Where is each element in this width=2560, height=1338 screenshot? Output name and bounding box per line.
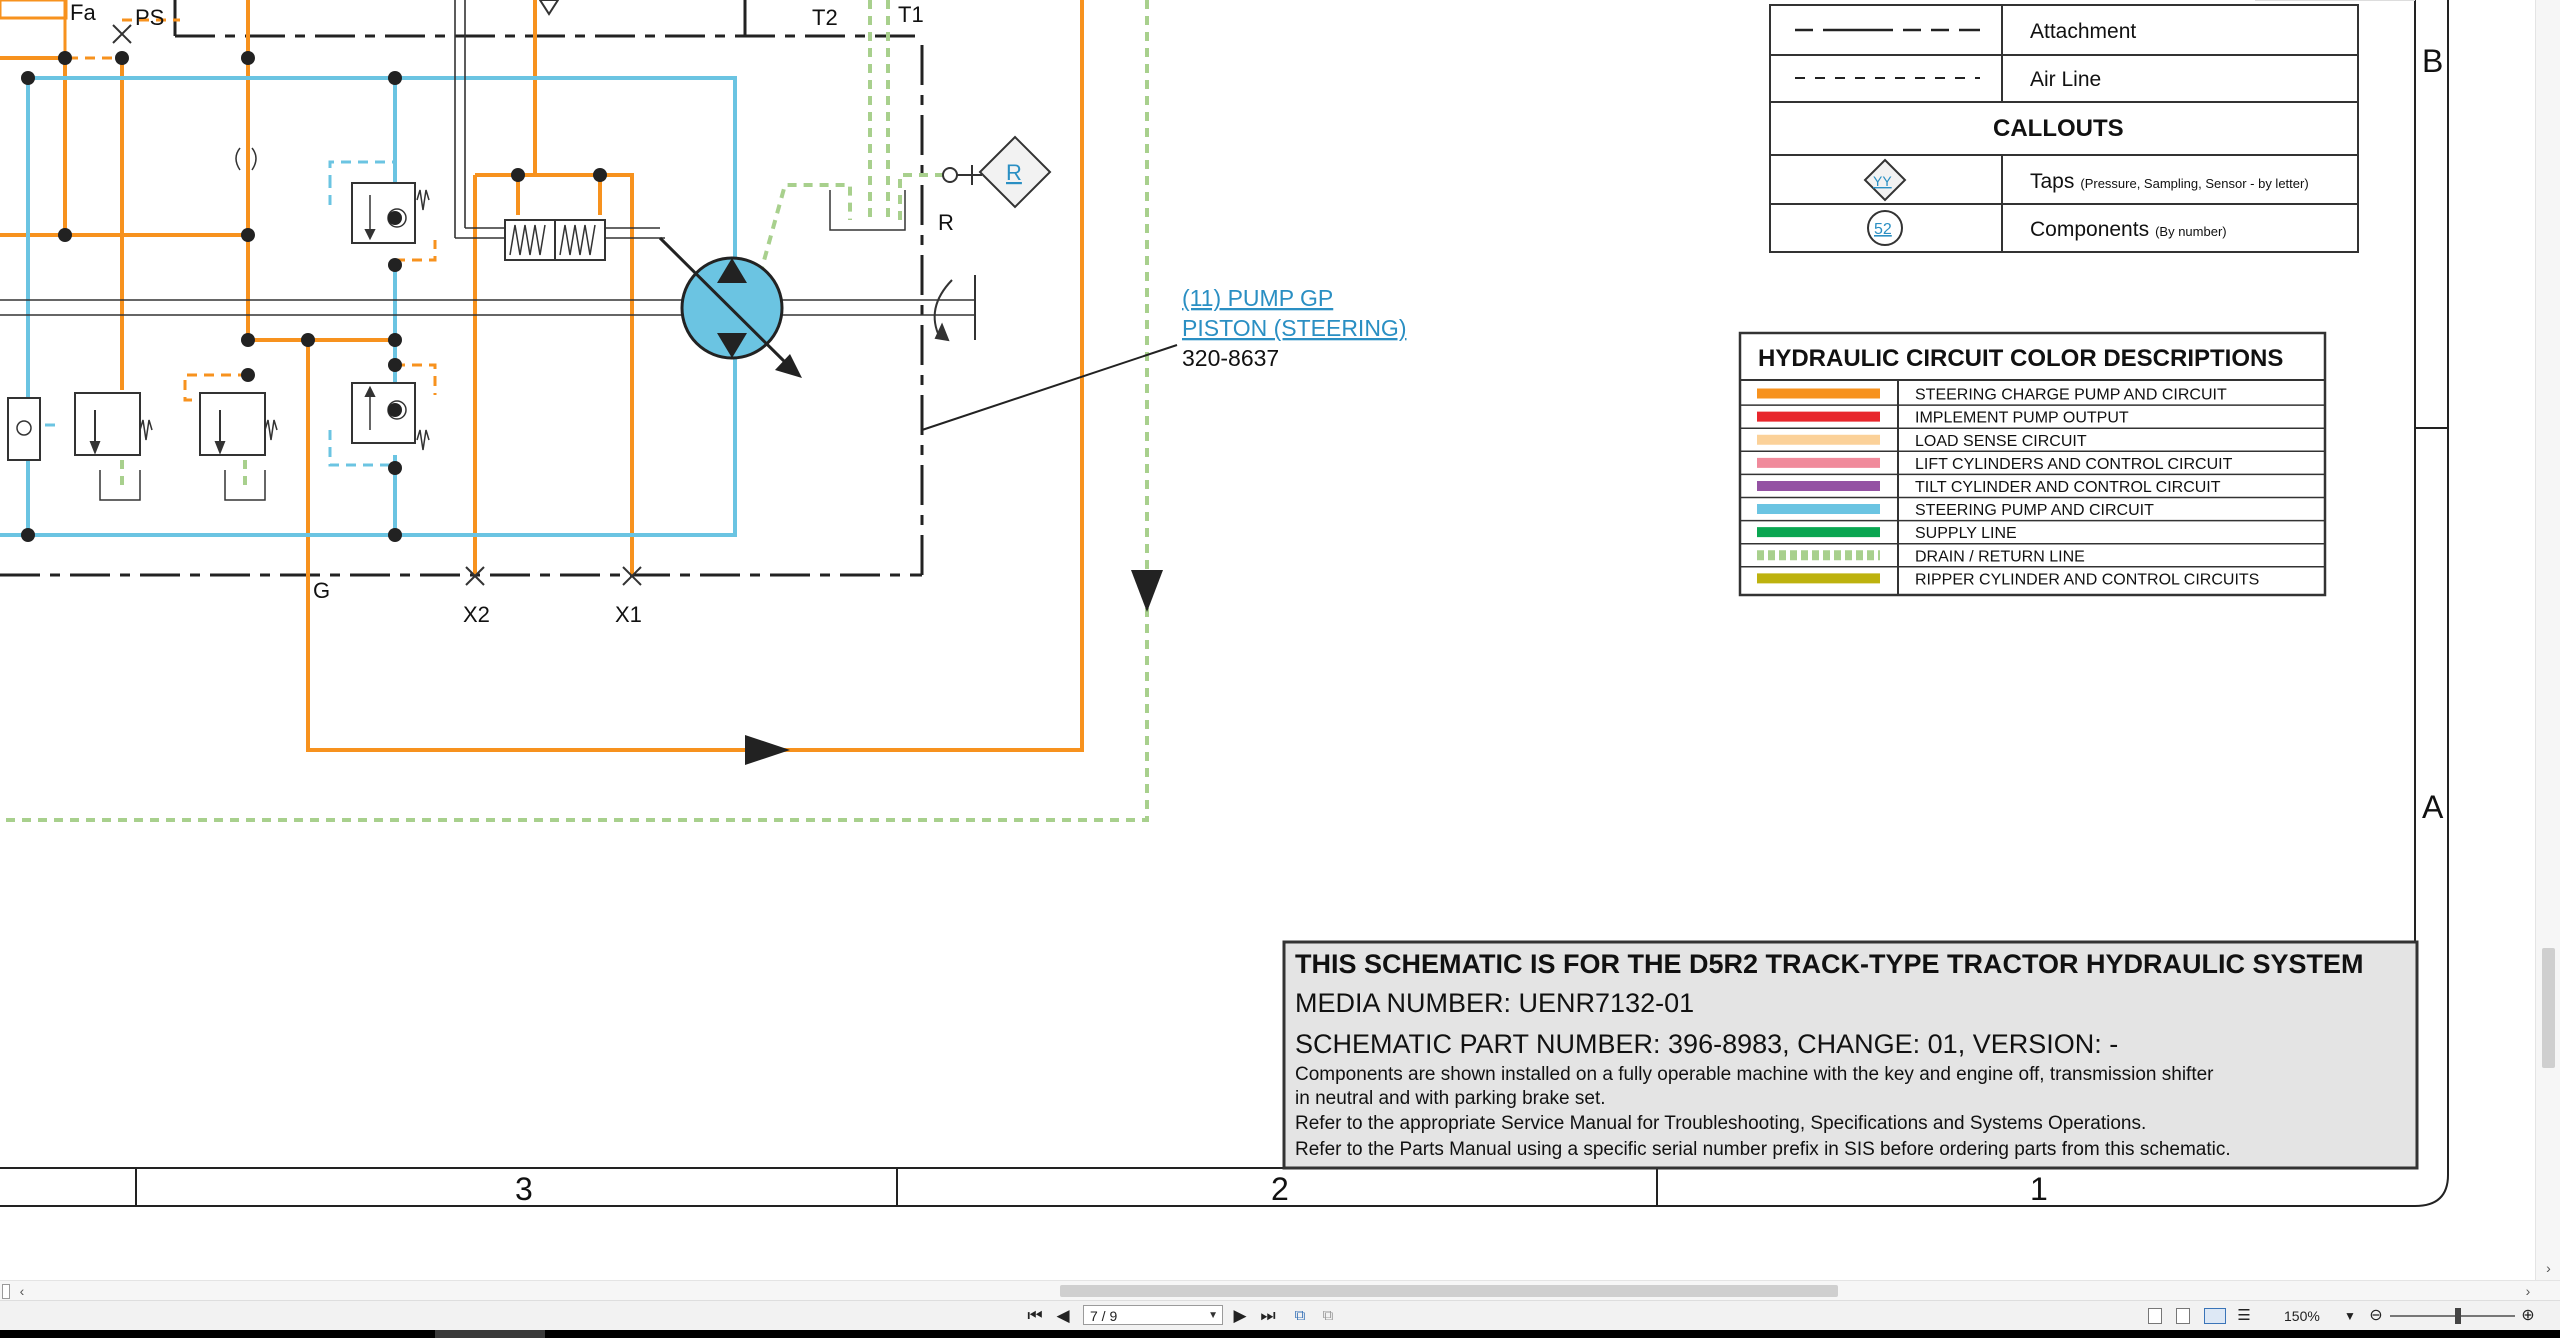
label-g: G — [313, 578, 330, 603]
title-block: THIS SCHEMATIC IS FOR THE D5R2 TRACK-TYP… — [1282, 940, 2419, 1170]
drive-shaft — [0, 0, 975, 316]
title-note-1a: Components are shown installed on a full… — [1295, 1064, 2214, 1085]
horizontal-scrollbar[interactable]: ‹ › — [0, 1280, 2560, 1301]
zoom-slider-handle[interactable] — [2455, 1308, 2461, 1324]
scroll-right-arrow-icon[interactable]: › — [2518, 1281, 2538, 1301]
zoom-in-icon[interactable]: ⊕ — [2518, 1305, 2538, 1327]
zoom-slider[interactable] — [2390, 1315, 2515, 1317]
color-label: STEERING PUMP AND CIRCUIT — [1915, 502, 2154, 519]
horizontal-scroll-thumb[interactable] — [1060, 1285, 1838, 1297]
title-note-2: Refer to the appropriate Service Manual … — [1295, 1113, 2146, 1134]
flow-arrow-right — [745, 735, 790, 765]
title-part-number: SCHEMATIC PART NUMBER: 396-8983, CHANGE:… — [1295, 1029, 2118, 1059]
junction-dots — [21, 51, 607, 542]
document-viewport[interactable]: Fa PS T2 T1 R G X2 X1 R (11) PUMP GP PIS… — [0, 0, 2535, 1280]
grid-letter-b: B — [2422, 43, 2443, 79]
grid-number-3: 3 — [515, 1171, 533, 1207]
viewer-toolbar: ⏮ ◀ 7 / 9 ▼ ▶ ⏭ ⧉ ⧉ ☰ 150% ▼ ⊖ ⊕ — [0, 1300, 2560, 1331]
components-symbol: 52 — [1867, 210, 1903, 246]
single-page-view-icon[interactable] — [2148, 1308, 2162, 1324]
label-x1: X1 — [615, 602, 642, 627]
grid-number-1: 1 — [2030, 1171, 2048, 1207]
label-x2: X2 — [463, 602, 490, 627]
label-t1: T1 — [898, 2, 924, 27]
page-indicator: 7 / 9 — [1090, 1308, 1118, 1324]
grid-letter-a: A — [2422, 789, 2444, 825]
next-page-icon[interactable]: ▶ — [1230, 1305, 1250, 1327]
title-headline: THIS SCHEMATIC IS FOR THE D5R2 TRACK-TYP… — [1295, 949, 2364, 979]
steering-pump-symbol — [658, 236, 802, 378]
legend-attachment: Attachment — [2030, 20, 2136, 43]
vertical-scrollbar[interactable]: › — [2535, 0, 2560, 1280]
title-note-3: Refer to the Parts Manual using a specif… — [1295, 1139, 2231, 1160]
label-fa: Fa — [70, 0, 96, 25]
component-link-line2[interactable]: PISTON (STEERING) — [1182, 315, 1407, 341]
legend-components: Components (By number) — [2030, 218, 2227, 241]
color-label: TILT CYLINDER AND CONTROL CIRCUIT — [1915, 479, 2221, 496]
zoom-dropdown-icon[interactable]: ▼ — [2340, 1305, 2360, 1327]
continuous-facing-view-icon[interactable]: ☰ — [2234, 1305, 2254, 1327]
first-page-icon[interactable]: ⏮ — [1025, 1305, 1045, 1327]
scroll-down-arrow-icon[interactable]: › — [2536, 1258, 2560, 1278]
component-boundary — [0, 34, 924, 577]
page-selector[interactable]: 7 / 9 ▼ — [1083, 1305, 1223, 1325]
drive-coupling — [933, 275, 976, 342]
color-label: DRAIN / RETURN LINE — [1915, 548, 2085, 565]
orange-component-outline — [0, 0, 68, 20]
vertical-scroll-thumb[interactable] — [2542, 948, 2555, 1068]
tap-symbol-R — [942, 135, 1052, 209]
taps-symbol: YY — [1863, 158, 1907, 202]
tap-link-r[interactable]: R — [1006, 160, 1022, 185]
split-handle-icon[interactable] — [2, 1284, 10, 1299]
color-label: LOAD SENSE CIRCUIT — [1915, 433, 2087, 450]
color-label: STEERING CHARGE PUMP AND CIRCUIT — [1915, 387, 2227, 404]
last-page-icon[interactable]: ⏭ — [1258, 1305, 1278, 1327]
continuous-view-icon[interactable] — [2176, 1308, 2190, 1324]
title-note-1b: in neutral and with parking brake set. — [1295, 1088, 1606, 1109]
zoom-out-icon[interactable]: ⊖ — [2366, 1305, 2386, 1327]
label-t2: T2 — [812, 5, 838, 30]
component-part-number: 320-8637 — [1182, 345, 1279, 371]
drain-return-lines — [0, 0, 1149, 822]
chevron-down-icon: ▼ — [1208, 1310, 1218, 1321]
color-label: IMPLEMENT PUMP OUTPUT — [1915, 410, 2129, 427]
title-media-number: MEDIA NUMBER: UENR7132-01 — [1295, 988, 1694, 1018]
zoom-level: 150% — [2284, 1308, 2320, 1324]
label-ps: PS — [135, 5, 164, 30]
previous-page-icon[interactable]: ◀ — [1053, 1305, 1073, 1327]
color-label: LIFT CYLINDERS AND CONTROL CIRCUIT — [1915, 456, 2233, 473]
scroll-left-arrow-icon[interactable]: ‹ — [12, 1281, 32, 1301]
facing-pages-view-icon[interactable] — [2204, 1308, 2226, 1324]
status-strip — [0, 1330, 2560, 1338]
svg-text:52: 52 — [1874, 221, 1892, 238]
flow-arrow-down — [1131, 570, 1163, 612]
steering-charge-lines — [0, 0, 1084, 752]
legend-taps: Taps (Pressure, Sampling, Sensor - by let… — [2030, 170, 2309, 193]
legend-air-line: Air Line — [2030, 68, 2101, 91]
new-window-icon[interactable]: ⧉ — [1290, 1305, 1310, 1327]
color-description-table: HYDRAULIC CIRCUIT COLOR DESCRIPTIONS STE… — [1738, 331, 2327, 597]
color-table-title: HYDRAULIC CIRCUIT COLOR DESCRIPTIONS — [1758, 345, 2283, 372]
svg-text:YY: YY — [1873, 173, 1892, 189]
component-link-line1[interactable]: (11) PUMP GP — [1182, 285, 1333, 311]
grid-number-2: 2 — [1271, 1171, 1289, 1207]
label-r: R — [938, 210, 954, 235]
color-label: SUPPLY LINE — [1915, 525, 2017, 542]
callout-leader-line — [921, 344, 1178, 431]
port-markers — [112, 0, 642, 586]
color-label: RIPPER CYLINDER AND CONTROL CIRCUITS — [1915, 571, 2259, 588]
hydraulic-schematic: Fa PS T2 T1 R G X2 X1 R (11) PUMP GP PIS… — [0, 0, 2449, 1207]
close-window-icon[interactable]: ⧉ — [1318, 1305, 1338, 1327]
callouts-title: CALLOUTS — [1993, 115, 2124, 142]
